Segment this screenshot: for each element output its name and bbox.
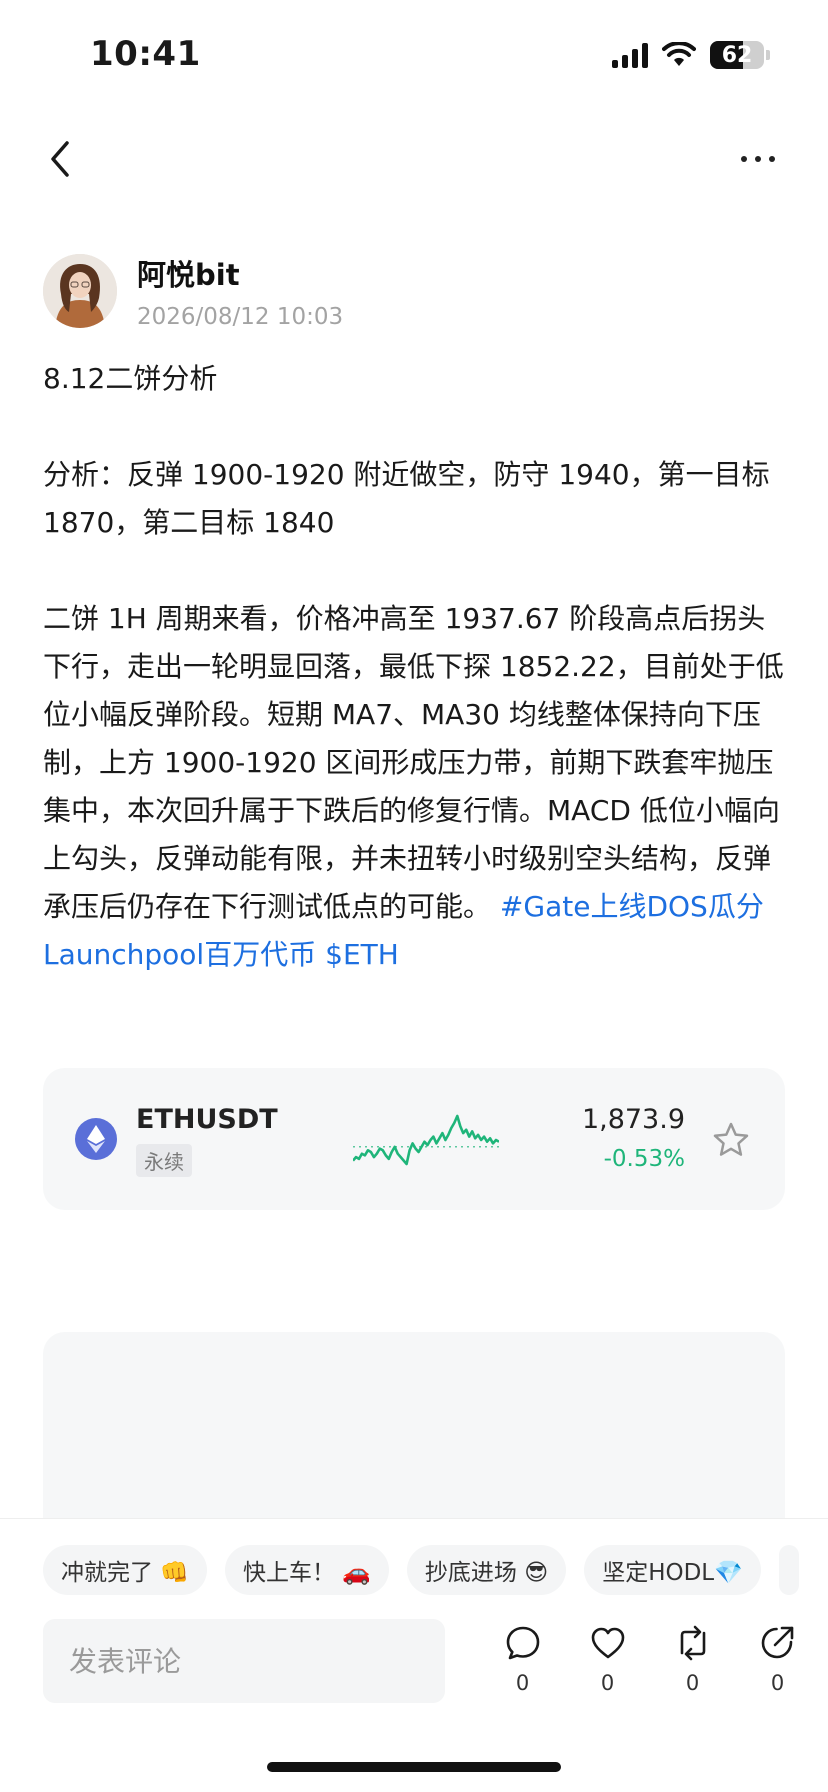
quick-reply-chip[interactable]: 快上车！ 🚗: [224, 1545, 389, 1595]
post-actions: 0 0 0 0: [480, 1623, 820, 1695]
quick-reply-chip[interactable]: 坚定HODL💎: [584, 1545, 761, 1595]
author-name[interactable]: 阿悦bit: [137, 252, 343, 294]
author-header: 阿悦bit 2026/08/12 10:03: [43, 252, 343, 330]
battery-level: 62: [721, 42, 753, 68]
comment-input[interactable]: [43, 1619, 445, 1703]
quick-reply-chip[interactable]: 冲就完了 👊: [43, 1545, 207, 1595]
heart-icon: [591, 1627, 624, 1659]
comment-icon: [506, 1626, 539, 1660]
post-title: 8.12二饼分析: [43, 362, 218, 395]
quick-reply-list: 冲就完了 👊 快上车！ 🚗 抄底进场 😎 坚定HODL💎: [43, 1545, 799, 1595]
quick-reply-chip[interactable]: 抄底进场 😎: [406, 1545, 567, 1595]
post-body-text: 二饼 1H 周期来看，价格冲高至 1937.67 阶段高点后拐头下行，走出一轮明…: [43, 602, 784, 923]
ticker-change: -0.53%: [603, 1146, 685, 1172]
avatar[interactable]: [43, 254, 117, 328]
cellular-signal-icon: [612, 42, 648, 68]
bottom-bar: 冲就完了 👊 快上车！ 🚗 抄底进场 😎 坚定HODL💎 0 0: [0, 1518, 828, 1792]
ticker-price: 1,873.9: [581, 1104, 685, 1135]
battery-cap: [766, 50, 770, 60]
comment-count: 0: [515, 1671, 530, 1695]
share-icon: [761, 1626, 793, 1659]
post-content: 8.12二饼分析 分析：反弹 1900-1920 附近做空，防守 1940，第一…: [43, 355, 791, 979]
post-body: 二饼 1H 周期来看，价格冲高至 1937.67 阶段高点后拐头下行，走出一轮明…: [43, 595, 791, 979]
like-count: 0: [600, 1671, 615, 1695]
post-timestamp: 2026/08/12 10:03: [137, 304, 344, 330]
post-summary: 分析：反弹 1900-1920 附近做空，防守 1940，第一目标 1870，第…: [43, 458, 770, 539]
repost-icon: [680, 1625, 705, 1661]
ticker-tag-link[interactable]: $ETH: [325, 938, 399, 971]
wifi-icon: [662, 42, 696, 66]
battery-icon: 62: [710, 41, 764, 69]
chevron-left-icon: [51, 141, 69, 177]
status-icons: 62: [612, 38, 770, 72]
nav-bar: [0, 120, 828, 200]
more-horizontal-icon: [741, 156, 747, 162]
quick-reply-chip-overflow[interactable]: [778, 1545, 799, 1595]
share-count: 0: [770, 1671, 785, 1695]
repost-count: 0: [685, 1671, 700, 1695]
favorite-star-icon[interactable]: [711, 1120, 751, 1160]
ethereum-icon: [75, 1118, 117, 1160]
like-button[interactable]: 0: [565, 1623, 650, 1695]
back-button[interactable]: [36, 134, 86, 184]
price-sparkline: [353, 1114, 499, 1166]
ticker-card[interactable]: ETHUSDT 永续 1,873.9 -0.53%: [43, 1068, 785, 1210]
sparkline-line: [353, 1114, 499, 1166]
status-bar: 10:41 62: [0, 0, 828, 110]
comment-button[interactable]: 0: [480, 1623, 565, 1695]
contract-type-badge: 永续: [136, 1144, 192, 1177]
repost-button[interactable]: 0: [650, 1623, 735, 1695]
home-indicator: [267, 1762, 561, 1772]
status-time: 10:41: [90, 34, 201, 74]
author-meta: 阿悦bit 2026/08/12 10:03: [137, 252, 343, 330]
ticker-symbol: ETHUSDT: [136, 1104, 278, 1135]
share-button[interactable]: 0: [735, 1623, 820, 1695]
more-button[interactable]: [728, 134, 788, 184]
